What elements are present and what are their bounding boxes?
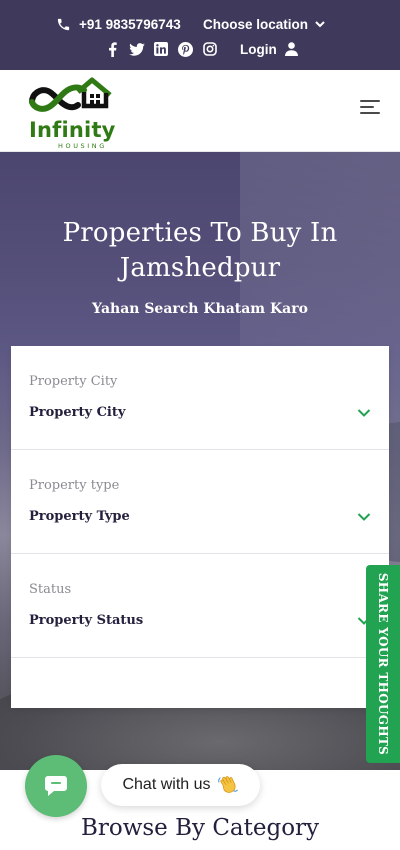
user-icon xyxy=(284,42,298,56)
field-value: Property City xyxy=(29,405,126,420)
share-thoughts-label: SHARE YOUR THOUGHTS xyxy=(376,572,390,756)
infinity-house-icon xyxy=(29,77,112,112)
login-link[interactable]: Login xyxy=(240,40,298,58)
login-label: Login xyxy=(240,41,277,57)
property-type-select[interactable]: Property type Property Type xyxy=(11,450,389,554)
browse-by-category-heading: Browse By Category xyxy=(80,815,320,841)
logo-subtext: HOUSING xyxy=(58,142,107,150)
choose-location-label: Choose location xyxy=(203,16,309,32)
top-bar: +91 9835796743 Choose location Login xyxy=(0,0,400,70)
linkedin-icon[interactable] xyxy=(153,41,169,57)
field-value: Property Status xyxy=(29,613,144,628)
menu-icon[interactable] xyxy=(360,100,380,118)
choose-location-dropdown[interactable]: Choose location xyxy=(203,15,325,33)
chevron-down-icon xyxy=(315,20,325,27)
chevron-down-icon xyxy=(357,409,371,417)
social-links xyxy=(104,40,227,58)
waving-hand-icon xyxy=(217,774,239,796)
share-thoughts-tab[interactable]: SHARE YOUR THOUGHTS xyxy=(366,565,400,763)
field-value: Property Type xyxy=(29,509,130,524)
site-logo[interactable]: Infinity HOUSING xyxy=(26,76,122,150)
property-city-select[interactable]: Property City Property City xyxy=(11,346,389,450)
field-label: Status xyxy=(29,582,72,597)
chat-with-us-pill[interactable]: Chat with us xyxy=(101,764,260,806)
chat-button[interactable] xyxy=(25,755,87,817)
logo-text: Infinity xyxy=(29,118,116,142)
facebook-icon[interactable] xyxy=(104,41,120,57)
property-status-select[interactable]: Status Property Status xyxy=(11,554,389,658)
chevron-down-icon xyxy=(357,513,371,521)
chat-bubble-icon xyxy=(45,776,67,796)
twitter-icon[interactable] xyxy=(128,41,145,57)
instagram-icon[interactable] xyxy=(202,41,218,57)
hero-title: Properties To Buy In Jamshedpur xyxy=(62,218,338,283)
phone-link[interactable]: +91 9835796743 xyxy=(56,15,181,33)
pinterest-icon[interactable] xyxy=(178,41,194,57)
field-label: Property City xyxy=(29,374,118,389)
property-search-form: Property City Property City Property typ… xyxy=(11,346,389,708)
site-header: Infinity HOUSING xyxy=(0,70,400,152)
chat-label: Chat with us xyxy=(122,776,211,793)
field-label: Property type xyxy=(29,478,120,493)
phone-number: +91 9835796743 xyxy=(79,16,181,32)
hero-subtitle: Yahan Search Khatam Karo xyxy=(92,301,308,317)
phone-icon xyxy=(57,18,70,30)
